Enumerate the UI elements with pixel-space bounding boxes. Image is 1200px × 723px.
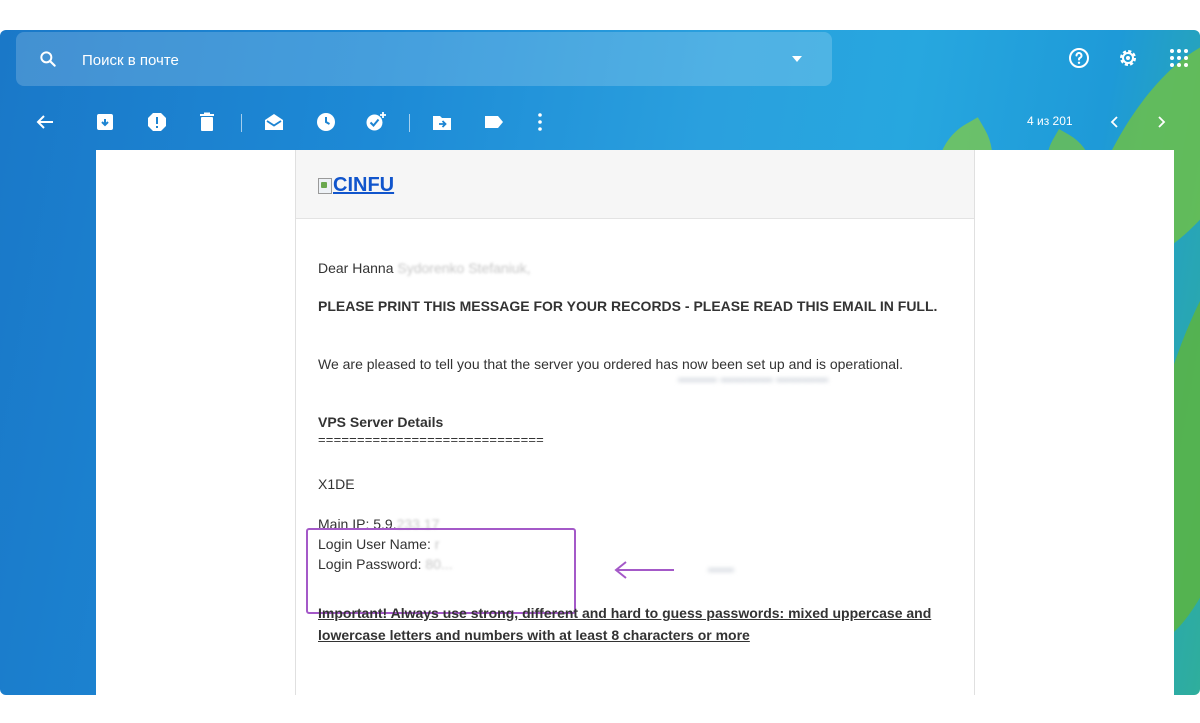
more-vert-icon[interactable] — [528, 110, 552, 134]
plan-name: X1DE — [318, 476, 355, 492]
blurred-region: ▬▬ — [708, 560, 734, 575]
older-chevron-icon[interactable] — [1149, 110, 1173, 134]
blurred-region: ▬▬▬ ▬▬▬▬ ▬▬▬▬ — [678, 370, 829, 385]
details-separator: ============================= — [318, 432, 544, 447]
delete-icon[interactable] — [195, 110, 219, 134]
logo-alt-text[interactable]: CINFU — [333, 174, 394, 197]
search-options-dropdown-icon[interactable] — [792, 56, 802, 62]
message-toolbar: 4 из 201 — [0, 94, 1200, 150]
print-notice-heading: PLEASE PRINT THIS MESSAGE FOR YOUR RECOR… — [318, 298, 938, 314]
left-arrow-annotation-icon — [614, 561, 674, 579]
search-bar[interactable] — [16, 32, 832, 86]
mark-unread-icon[interactable] — [262, 110, 286, 134]
message-panel: CINFU Dear Hanna Sydorenko Stefaniuk, PL… — [96, 150, 1174, 695]
greeting-name-redacted: Sydorenko Stefaniuk, — [397, 260, 531, 276]
details-title: VPS Server Details — [318, 414, 444, 430]
toolbar-divider — [409, 114, 410, 132]
help-icon[interactable] — [1067, 46, 1091, 70]
archive-icon[interactable] — [93, 110, 117, 134]
gmail-window: 4 из 201 CINFU Dear Hanna Sydorenko Stef… — [0, 30, 1200, 695]
apps-grid-icon[interactable] — [1167, 46, 1191, 70]
move-to-icon[interactable] — [430, 110, 454, 134]
search-icon[interactable] — [38, 49, 58, 69]
newer-chevron-icon[interactable] — [1103, 110, 1127, 134]
snooze-icon[interactable] — [314, 110, 338, 134]
toolbar-divider — [241, 114, 242, 132]
report-spam-icon[interactable] — [145, 110, 169, 134]
greeting: Dear Hanna Sydorenko Stefaniuk, — [318, 258, 958, 278]
broken-image-icon — [318, 177, 332, 194]
add-to-tasks-icon[interactable] — [364, 110, 388, 134]
important-notice: Important! Always use strong, different … — [318, 605, 932, 643]
search-input[interactable] — [80, 48, 684, 72]
settings-icon[interactable] — [1116, 46, 1140, 70]
back-arrow-icon[interactable] — [33, 110, 57, 134]
cinfu-logo-link[interactable]: CINFU — [318, 174, 394, 197]
email-body: CINFU Dear Hanna Sydorenko Stefaniuk, PL… — [295, 150, 975, 695]
message-counter: 4 из 201 — [1027, 114, 1073, 128]
email-header: CINFU — [296, 150, 974, 219]
greeting-text: Dear Hanna — [318, 260, 394, 276]
label-icon[interactable] — [482, 110, 506, 134]
